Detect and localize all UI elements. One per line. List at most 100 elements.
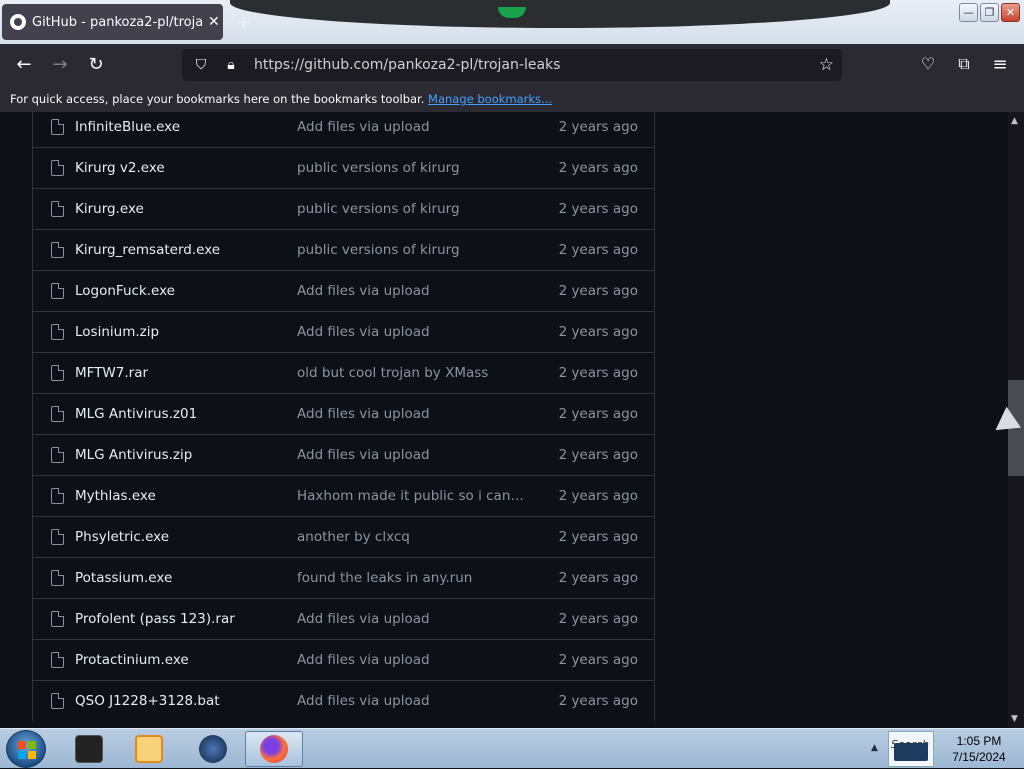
file-row[interactable]: Mythlas.exe Haxhom made it public so i ca… xyxy=(33,475,654,516)
scroll-down-icon[interactable]: ▼ xyxy=(1011,714,1018,724)
file-icon xyxy=(51,611,64,627)
file-row[interactable]: Phsyletric.exe another by clxcq 2 years ag… xyxy=(33,516,654,557)
start-button[interactable] xyxy=(6,730,46,768)
minimize-button[interactable]: — xyxy=(959,3,978,22)
tab-title: GitHub - pankoza2-pl/trojan-leaks xyxy=(32,14,204,30)
firefox-icon xyxy=(260,735,288,763)
file-row[interactable]: Kirurg v2.exe public versions of kirurg 2 … xyxy=(33,147,654,188)
file-row[interactable]: Profolent (pass 123).rar Add files via up… xyxy=(33,598,654,639)
bookmarks-toolbar: For quick access, place your bookmarks h… xyxy=(0,86,1024,112)
commit-message-link[interactable]: old but cool trojan by XMass xyxy=(297,365,527,381)
browser-tab-active[interactable]: GitHub - pankoza2-pl/trojan-leaks ✕ xyxy=(2,4,223,40)
url-text[interactable]: https://github.com/pankoza2-pl/trojan-le… xyxy=(254,57,560,73)
file-row[interactable]: MFTW7.rar old but cool trojan by XMass 2 y… xyxy=(33,352,654,393)
tray-expand-icon[interactable]: ▲ xyxy=(871,743,878,753)
file-name-link[interactable]: Mythlas.exe xyxy=(75,488,156,504)
commit-message-link[interactable]: Add files via upload xyxy=(297,119,527,135)
scroll-up-icon[interactable]: ▲ xyxy=(1011,116,1018,126)
menu-icon[interactable]: ≡ xyxy=(989,54,1011,75)
file-row[interactable]: QSO J1228+3128.bat Add files via upload 2 … xyxy=(33,680,654,721)
manage-bookmarks-link[interactable]: Manage bookmarks... xyxy=(428,92,552,106)
taskbar-app-media[interactable] xyxy=(120,731,178,767)
file-icon xyxy=(51,488,64,504)
file-name-link[interactable]: Kirurg.exe xyxy=(75,201,144,217)
file-row[interactable]: Potassium.exe found the leaks in any.run 2… xyxy=(33,557,654,598)
commit-message-link[interactable]: Add files via upload xyxy=(297,447,527,463)
network-icon[interactable] xyxy=(894,743,928,761)
commit-message-link[interactable]: Add files via upload xyxy=(297,693,527,709)
tracking-shield-icon[interactable]: ⛉ xyxy=(190,57,212,73)
file-name-link[interactable]: LogonFuck.exe xyxy=(75,283,175,299)
page-content: InfiniteBlue.exe Add files via upload 2 ye… xyxy=(0,112,1008,728)
file-name-link[interactable]: Phsyletric.exe xyxy=(75,529,169,545)
github-icon xyxy=(10,14,26,30)
file-icon xyxy=(51,242,64,258)
taskbar-app-firefox[interactable] xyxy=(245,731,303,767)
browser-navbar: ← → ↻ ⛉ 🔒︎ https://github.com/pankoza2-p… xyxy=(0,44,1024,86)
new-tab-button[interactable]: + xyxy=(236,12,251,33)
restore-button[interactable]: ❐ xyxy=(980,3,999,22)
back-icon[interactable]: ← xyxy=(13,54,35,75)
clock-time: 1:05 PM xyxy=(956,734,1002,748)
commit-message-link[interactable]: found the leaks in any.run xyxy=(297,570,527,586)
extensions-icon[interactable]: ⧉ xyxy=(953,54,975,74)
commit-message-link[interactable]: Add files via upload xyxy=(297,324,527,340)
file-row[interactable]: LogonFuck.exe Add files via upload 2 years… xyxy=(33,270,654,311)
bookmark-star-icon[interactable]: ☆ xyxy=(819,55,834,75)
commit-age: 2 years ago xyxy=(558,529,638,545)
file-name-link[interactable]: Profolent (pass 123).rar xyxy=(75,611,235,627)
commit-message-link[interactable]: public versions of kirurg xyxy=(297,160,527,176)
commit-message-link[interactable]: Add files via upload xyxy=(297,283,527,299)
commit-message-link[interactable]: public versions of kirurg xyxy=(297,242,527,258)
commit-age: 2 years ago xyxy=(558,160,638,176)
address-bar[interactable]: ⛉ 🔒︎ https://github.com/pankoza2-pl/troj… xyxy=(182,49,842,81)
commit-age: 2 years ago xyxy=(558,365,638,381)
file-name-link[interactable]: Potassium.exe xyxy=(75,570,172,586)
windows-logo-icon xyxy=(18,741,36,759)
file-name-link[interactable]: Kirurg_remsaterd.exe xyxy=(75,242,220,258)
file-name-link[interactable]: Kirurg v2.exe xyxy=(75,160,165,176)
commit-age: 2 years ago xyxy=(558,406,638,422)
file-row[interactable]: Kirurg_remsaterd.exe public versions of k… xyxy=(33,229,654,270)
taskbar-app-terminal[interactable] xyxy=(60,731,118,767)
window-controls: — ❐ ✕ xyxy=(959,3,1020,22)
file-row[interactable]: Protactinium.exe Add files via upload 2 ye… xyxy=(33,639,654,680)
file-icon xyxy=(51,447,64,463)
file-name-link[interactable]: MLG Antivirus.zip xyxy=(75,447,192,463)
file-row[interactable]: Losinium.zip Add files via upload 2 years … xyxy=(33,311,654,352)
file-name-link[interactable]: QSO J1228+3128.bat xyxy=(75,693,220,709)
commit-message-link[interactable]: Haxhom made it public so i can p... xyxy=(297,488,527,504)
commit-message-link[interactable]: public versions of kirurg xyxy=(297,201,527,217)
file-icon xyxy=(51,570,64,586)
file-name-link[interactable]: Losinium.zip xyxy=(75,324,159,340)
close-window-button[interactable]: ✕ xyxy=(1001,3,1020,22)
commit-message-link[interactable]: another by clxcq xyxy=(297,529,527,545)
file-name-link[interactable]: MFTW7.rar xyxy=(75,365,148,381)
commit-age: 2 years ago xyxy=(558,693,638,709)
file-icon xyxy=(51,652,64,668)
commit-age: 2 years ago xyxy=(558,283,638,299)
pocket-icon[interactable]: ♡ xyxy=(917,54,939,73)
file-icon xyxy=(51,201,64,217)
file-row[interactable]: MLG Antivirus.z01 Add files via upload 2 y… xyxy=(33,393,654,434)
clock-date: 7/15/2024 xyxy=(952,750,1006,764)
file-name-link[interactable]: Protactinium.exe xyxy=(75,652,189,668)
file-row[interactable]: InfiniteBlue.exe Add files via upload 2 ye… xyxy=(33,112,654,147)
file-row[interactable]: MLG Antivirus.zip Add files via upload 2 y… xyxy=(33,434,654,475)
file-row[interactable]: Kirurg.exe public versions of kirurg 2 yea… xyxy=(33,188,654,229)
taskbar-app-globe[interactable] xyxy=(184,731,242,767)
forward-icon[interactable]: → xyxy=(49,54,71,75)
commit-message-link[interactable]: Add files via upload xyxy=(297,652,527,668)
file-list: InfiniteBlue.exe Add files via upload 2 ye… xyxy=(32,112,655,721)
commit-message-link[interactable]: Add files via upload xyxy=(297,611,527,627)
clock[interactable]: 1:05 PM 7/15/2024 xyxy=(936,733,1022,765)
file-name-link[interactable]: InfiniteBlue.exe xyxy=(75,119,180,135)
lock-icon[interactable]: 🔒︎ xyxy=(220,57,242,73)
tab-close-icon[interactable]: ✕ xyxy=(208,14,220,30)
file-icon xyxy=(51,693,64,709)
system-tray: ▲ Search D 1:05 PM 7/15/2024 xyxy=(866,729,1024,769)
commit-message-link[interactable]: Add files via upload xyxy=(297,406,527,422)
file-name-link[interactable]: MLG Antivirus.z01 xyxy=(75,406,197,422)
reload-icon[interactable]: ↻ xyxy=(85,54,107,75)
file-icon xyxy=(51,160,64,176)
